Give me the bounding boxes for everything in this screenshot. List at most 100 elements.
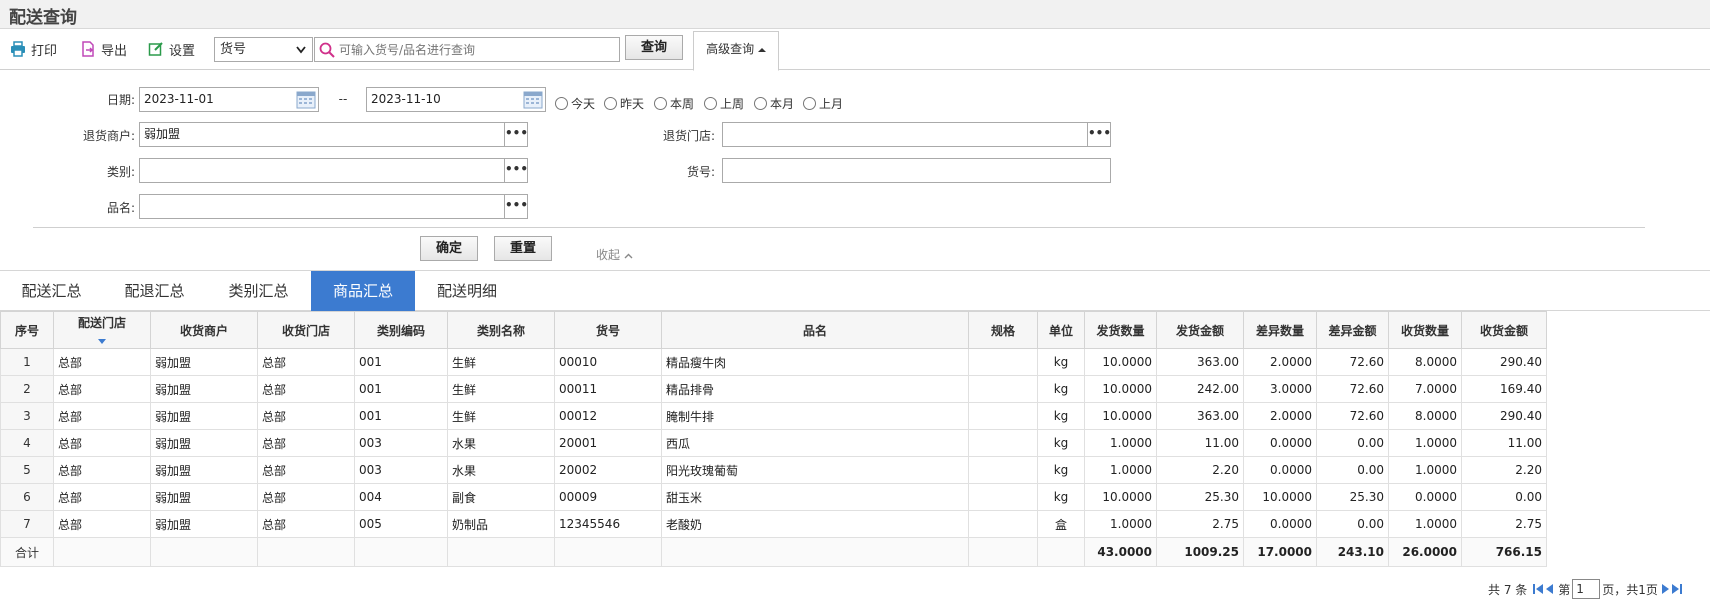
cell-category-name: 生鲜 bbox=[447, 375, 555, 403]
total-row: 合计 43.0000 1009.25 17.0000 243.10 26.0000 766.… bbox=[0, 537, 1547, 567]
date-to-input[interactable]: 2023-11-10 bbox=[366, 87, 546, 112]
tab-return-summary[interactable]: 配退汇总 bbox=[103, 271, 206, 311]
cell-receiving-store: 总部 bbox=[257, 402, 355, 430]
table-body: 1 总部 弱加盟 总部 001 生鲜 00010 精品瘦牛肉 kg 10.0000 363.00 2.… bbox=[0, 348, 1547, 567]
last-page-icon[interactable] bbox=[1671, 583, 1682, 595]
column-header-receive-amount[interactable]: 收货金额 bbox=[1461, 311, 1547, 349]
page-title: 配送查询 bbox=[9, 8, 77, 28]
cell-index: 6 bbox=[0, 483, 54, 511]
store-input[interactable] bbox=[722, 122, 1088, 147]
cell-diff-qty: 2.0000 bbox=[1243, 402, 1317, 430]
page-number-input[interactable]: 1 bbox=[1572, 579, 1601, 599]
export-icon bbox=[82, 41, 94, 57]
total-empty-cell bbox=[1037, 537, 1085, 567]
cell-sku: 20001 bbox=[554, 429, 662, 457]
table-row[interactable]: 6 总部 弱加盟 总部 004 副食 00009 甜玉米 kg 10.0000 25.30 10.00… bbox=[0, 483, 1547, 511]
product-name-picker-button[interactable]: ••• bbox=[504, 194, 528, 219]
store-picker-button[interactable]: ••• bbox=[1087, 122, 1111, 147]
cell-category-code: 003 bbox=[354, 429, 448, 457]
cell-product-name: 精品瘦牛肉 bbox=[661, 348, 969, 376]
cell-sku: 20002 bbox=[554, 456, 662, 484]
cell-delivery-store: 总部 bbox=[53, 456, 151, 484]
cell-receiving-store: 总部 bbox=[257, 348, 355, 376]
radio-this-month[interactable]: 本月 bbox=[754, 95, 794, 112]
merchant-input[interactable]: 弱加盟 bbox=[139, 122, 505, 147]
category-input[interactable] bbox=[139, 158, 505, 183]
field-select[interactable]: 货号 bbox=[214, 37, 313, 62]
cell-receiving-store: 总部 bbox=[257, 375, 355, 403]
column-header-sku[interactable]: 货号 bbox=[554, 311, 662, 349]
cell-receiving-store: 总部 bbox=[257, 429, 355, 457]
reset-button[interactable]: 重置 bbox=[494, 236, 552, 261]
radio-last-month[interactable]: 上月 bbox=[803, 95, 843, 112]
table-row[interactable]: 2 总部 弱加盟 总部 001 生鲜 00011 精品排骨 kg 10.0000 242.00 3.0… bbox=[0, 375, 1547, 403]
tab-product-summary[interactable]: 商品汇总 bbox=[311, 271, 415, 311]
advanced-query-tab[interactable]: 高级查询 bbox=[693, 31, 779, 71]
print-label: 打印 bbox=[31, 43, 58, 59]
first-page-icon[interactable] bbox=[1533, 583, 1544, 595]
column-header-ship-qty[interactable]: 发货数量 bbox=[1084, 311, 1157, 349]
category-picker-button[interactable]: ••• bbox=[504, 158, 528, 183]
radio-this-week[interactable]: 本周 bbox=[654, 95, 694, 112]
column-header-category-name[interactable]: 类别名称 bbox=[447, 311, 555, 349]
cell-category-code: 001 bbox=[354, 348, 448, 376]
search-input[interactable] bbox=[339, 41, 615, 58]
collapse-toggle[interactable]: 收起 bbox=[596, 246, 633, 263]
cell-category-name: 奶制品 bbox=[447, 510, 555, 538]
product-name-input[interactable] bbox=[139, 194, 505, 219]
column-header-unit[interactable]: 单位 bbox=[1037, 311, 1085, 349]
radio-circle bbox=[754, 97, 767, 110]
export-button[interactable]: 导出 bbox=[80, 38, 127, 60]
column-header-ship-amount[interactable]: 发货金额 bbox=[1156, 311, 1244, 349]
column-header-spec[interactable]: 规格 bbox=[968, 311, 1038, 349]
table-row[interactable]: 3 总部 弱加盟 总部 001 生鲜 00012 腌制牛排 kg 10.0000 363.00 2.0… bbox=[0, 402, 1547, 430]
cell-ship-amount: 11.00 bbox=[1156, 429, 1244, 457]
cell-unit: kg bbox=[1037, 483, 1085, 511]
cell-delivery-store: 总部 bbox=[53, 348, 151, 376]
tab-delivery-detail[interactable]: 配送明细 bbox=[415, 271, 519, 311]
settings-button[interactable]: 设置 bbox=[148, 38, 195, 60]
sku-input[interactable] bbox=[722, 158, 1111, 183]
tab-delivery-summary[interactable]: 配送汇总 bbox=[0, 271, 103, 311]
column-header-diff-amount[interactable]: 差异金额 bbox=[1316, 311, 1389, 349]
table-row[interactable]: 1 总部 弱加盟 总部 001 生鲜 00010 精品瘦牛肉 kg 10.0000 363.00 2.… bbox=[0, 348, 1547, 376]
cell-delivery-store: 总部 bbox=[53, 402, 151, 430]
cell-receiving-merchant: 弱加盟 bbox=[150, 510, 258, 538]
print-button[interactable]: 打印 bbox=[10, 38, 57, 60]
date-from-input[interactable]: 2023-11-01 bbox=[139, 87, 319, 112]
next-page-icon[interactable] bbox=[1661, 583, 1670, 595]
cell-category-code: 004 bbox=[354, 483, 448, 511]
settings-label: 设置 bbox=[169, 43, 196, 59]
table-row[interactable]: 5 总部 弱加盟 总部 003 水果 20002 阳光玫瑰葡萄 kg 1.0000 2.20 0.00… bbox=[0, 456, 1547, 484]
search-icon bbox=[319, 42, 335, 58]
column-header-receiving-store[interactable]: 收货门店 bbox=[257, 311, 355, 349]
radio-today[interactable]: 今天 bbox=[555, 95, 595, 112]
tab-category-summary[interactable]: 类别汇总 bbox=[207, 271, 310, 311]
column-header-category-code[interactable]: 类别编码 bbox=[354, 311, 448, 349]
calendar-icon[interactable] bbox=[523, 90, 543, 109]
cell-receive-amount: 290.40 bbox=[1461, 348, 1547, 376]
column-header-index[interactable]: 序号 bbox=[0, 311, 54, 349]
cell-spec bbox=[968, 375, 1038, 403]
cell-category-name: 生鲜 bbox=[447, 348, 555, 376]
table-row[interactable]: 7 总部 弱加盟 总部 005 奶制品 12345546 老酸奶盒 1.0000 2.75 0.00… bbox=[0, 510, 1547, 538]
prev-page-icon[interactable] bbox=[1545, 583, 1554, 595]
search-button[interactable]: 查询 bbox=[625, 35, 683, 60]
column-header-product-name[interactable]: 品名 bbox=[661, 311, 969, 349]
cell-index: 1 bbox=[0, 348, 54, 376]
cell-ship-qty: 10.0000 bbox=[1084, 402, 1157, 430]
confirm-button[interactable]: 确定 bbox=[420, 236, 478, 261]
calendar-icon[interactable] bbox=[296, 90, 316, 109]
total-empty-cell bbox=[53, 537, 151, 567]
column-header-receiving-merchant[interactable]: 收货商户 bbox=[150, 311, 258, 349]
merchant-picker-button[interactable]: ••• bbox=[504, 122, 528, 147]
table-row[interactable]: 4 总部 弱加盟 总部 003 水果 20001 西瓜 kg 1.0000 11.00 0.0000 0… bbox=[0, 429, 1547, 457]
cell-ship-qty: 1.0000 bbox=[1084, 429, 1157, 457]
column-header-delivery-store[interactable]: 配送门店 bbox=[53, 311, 151, 349]
radio-last-week[interactable]: 上周 bbox=[704, 95, 744, 112]
cell-spec bbox=[968, 402, 1038, 430]
column-header-receive-qty[interactable]: 收货数量 bbox=[1388, 311, 1462, 349]
radio-yesterday[interactable]: 昨天 bbox=[604, 95, 644, 112]
cell-receive-amount: 169.40 bbox=[1461, 375, 1547, 403]
column-header-diff-qty[interactable]: 差异数量 bbox=[1243, 311, 1317, 349]
